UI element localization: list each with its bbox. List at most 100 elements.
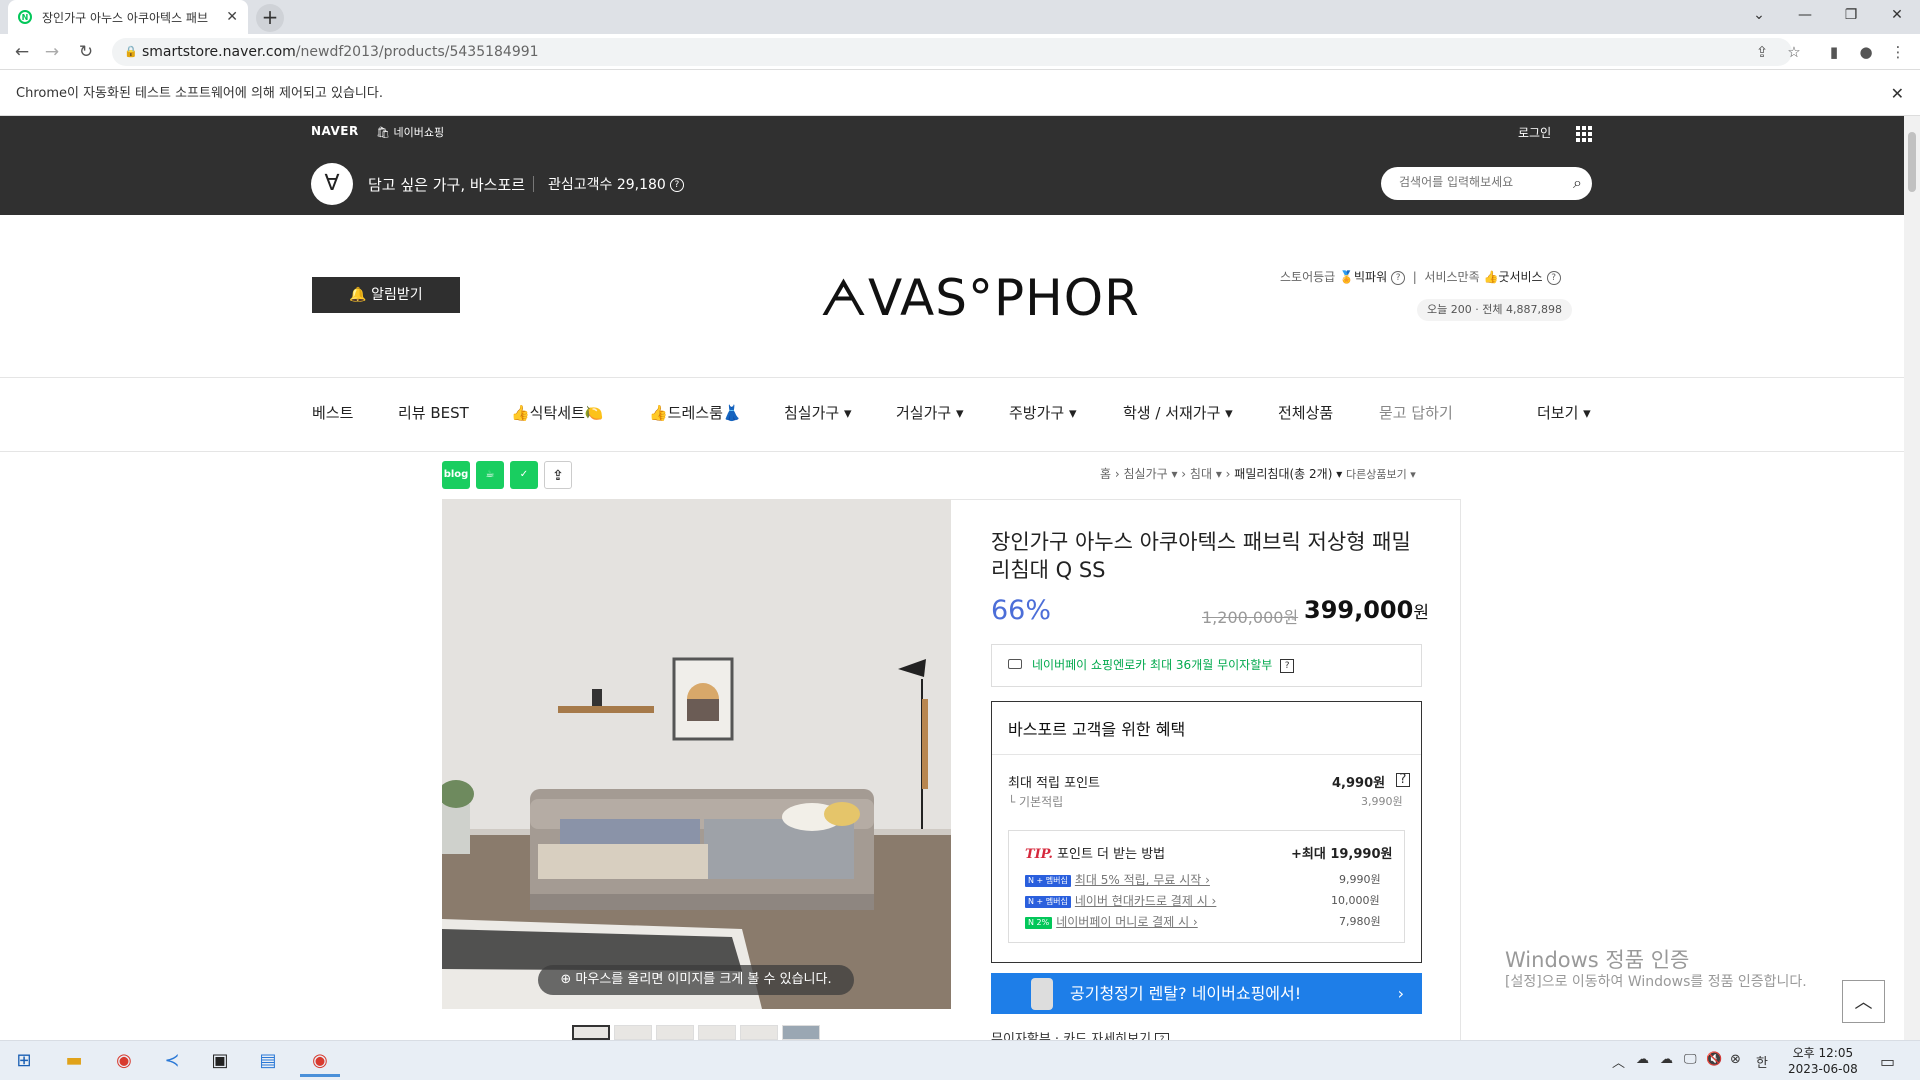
window-close-icon[interactable]: ✕ [1874,0,1920,30]
network-cloud-icon[interactable]: ☁ [1636,1052,1649,1067]
store-search: ⌕ [1381,167,1592,200]
thumbnail[interactable] [698,1025,736,1040]
forward-icon[interactable]: → [42,42,62,62]
band-share-icon[interactable]: ✓ [510,461,538,489]
help-icon[interactable]: ? [1546,270,1561,285]
npay-installment-box[interactable]: 네이버페이 쇼핑엔로카 최대 36개월 무이자할부 ? [991,644,1422,687]
blog-share-icon[interactable]: blog [442,461,470,489]
other-products-link[interactable]: 다른상품보기 ▾ [1346,468,1416,481]
tip-row[interactable]: N + 멤버십 네이버 현대카드로 결제 시 › [1025,892,1216,909]
scrollbar-thumb[interactable] [1908,132,1916,192]
app-icon[interactable]: ▤ [248,1045,288,1077]
notification-icon[interactable]: ▭ [1880,1052,1895,1071]
vscode-icon[interactable]: ≺ [152,1045,192,1077]
naver-shopping-link[interactable]: 🛍 네이버쇼핑 [376,124,444,140]
max-point-value: 4,990원 [1332,776,1386,791]
card-icon [1008,659,1022,669]
share-page-icon[interactable]: ⇪ [1752,42,1772,62]
clock-time: 오후 12:05 [1792,1046,1854,1060]
thumbnail[interactable] [740,1025,778,1040]
ime-indicator[interactable]: 한 [1756,1052,1768,1071]
bookmark-star-icon[interactable]: ☆ [1784,42,1804,62]
installment-info-link[interactable]: 무이자할부 · 카드 자세히보기? [991,1028,1170,1040]
store-logo[interactable]: ∀ [311,163,353,205]
menu-living[interactable]: 거실가구 ▾ [896,402,964,423]
tab-title: 장인가구 아누스 아쿠아텍스 패브 [42,10,209,25]
store-name[interactable]: 담고 싶은 가구, 바스포르 [368,174,525,195]
back-icon[interactable]: ← [12,42,32,62]
network-icon[interactable]: 🖵 [1684,1052,1697,1067]
medal-icon: 🏅 [1339,270,1354,284]
tip-row[interactable]: N 2% 네이버페이 머니로 결제 시 › [1025,913,1198,930]
address-bar[interactable]: 🔒 smartstore.naver.com/newdf2013/product… [112,38,1792,66]
help-icon[interactable]: ? [1391,270,1406,285]
thumbnail[interactable] [572,1025,610,1040]
onedrive-icon[interactable]: ☁ [1660,1052,1673,1067]
brand-logo[interactable]: ᗅVAS°PHOR [820,269,1140,328]
menu-bedroom[interactable]: 침실가구 ▾ [784,402,852,423]
side-panel-icon[interactable]: ▮ [1824,42,1844,62]
menu-kebab-icon[interactable]: ⋮ [1888,42,1908,62]
thumbnail[interactable] [656,1025,694,1040]
share-icon[interactable]: ⇪ [544,461,572,489]
chrome-icon[interactable]: ◉ [104,1045,144,1077]
url-path: /newdf2013/products/5435184991 [295,44,539,60]
file-explorer-icon[interactable]: ▬ [54,1045,94,1077]
help-icon[interactable]: ? [1396,773,1410,787]
browser-tab[interactable]: N 장인가구 아누스 아쿠아텍스 패브 ✕ [8,0,248,34]
menu-review-best[interactable]: 리뷰 BEST [398,402,469,423]
breadcrumb-cat2[interactable]: 침대 ▾ [1190,467,1222,481]
profile-icon[interactable]: ● [1856,42,1876,62]
reload-icon[interactable]: ↻ [76,42,96,62]
help-icon[interactable]: ? [669,178,684,192]
tray-chevron-icon[interactable]: ︿ [1612,1052,1625,1071]
volume-muted-icon[interactable]: 🔇 [1706,1052,1722,1067]
search-icon[interactable]: ⌕ [1573,173,1582,193]
login-link[interactable]: 로그인 [1518,124,1551,141]
tab-close-icon[interactable]: ✕ [226,9,238,25]
breadcrumb-home[interactable]: 홈 [1100,467,1111,481]
page-scrollbar[interactable] [1904,116,1920,1040]
alarm-button[interactable]: 🔔 알림받기 [312,277,460,313]
clock[interactable]: 오후 12:05 2023-06-08 [1788,1045,1858,1077]
thumbnail[interactable] [782,1025,820,1040]
menu-kitchen[interactable]: 주방가구 ▾ [1009,402,1077,423]
help-icon[interactable]: ? [1155,1032,1170,1040]
rental-banner[interactable]: 공기청정기 렌탈? 네이버쇼핑에서! › [991,973,1422,1014]
scroll-to-top-button[interactable]: ︿ [1842,980,1885,1023]
menu-dining-set[interactable]: 👍식탁세트🍋 [511,402,604,423]
chrome-active-icon[interactable]: ◉ [300,1045,340,1077]
minimize-icon[interactable]: — [1782,0,1828,30]
menu-all-products[interactable]: 전체상품 [1278,402,1333,423]
help-icon[interactable]: ? [1280,658,1295,673]
product-image[interactable] [442,499,951,1009]
cafe-share-icon[interactable]: ☕ [476,461,504,489]
discount-rate: 66% [991,595,1052,626]
breadcrumb-cat3[interactable]: 패밀리침대(총 2개) ▾ [1234,467,1342,481]
start-icon[interactable]: ⊞ [4,1045,44,1077]
breadcrumb-cat1[interactable]: 침실가구 ▾ [1123,467,1177,481]
apps-grid-icon[interactable] [1576,126,1592,142]
tip-value: 7,980원 [1339,915,1381,928]
url-host: smartstore.naver.com [142,44,296,60]
terminal-icon[interactable]: ▣ [200,1045,240,1077]
restore-icon[interactable]: ❐ [1828,0,1874,30]
error-icon[interactable]: ⊗ [1730,1052,1741,1067]
menu-qna[interactable]: 묻고 답하기 [1379,402,1453,423]
menu-more[interactable]: 더보기 ▾ [1537,402,1591,423]
visit-count: 오늘 200 · 전체 4,887,898 [1417,299,1572,321]
search-input[interactable] [1399,175,1549,189]
tip-row[interactable]: N + 멤버십 최대 5% 적립, 무료 시작 › [1025,871,1210,888]
chevron-right-icon: › [1397,984,1404,1003]
menu-best[interactable]: 베스트 [312,402,353,423]
menu-student-study[interactable]: 학생 / 서재가구 ▾ [1123,402,1233,423]
new-tab-button[interactable]: + [256,4,284,32]
naver-logo[interactable]: NAVER [311,124,359,138]
tab-search-icon[interactable]: ⌄ [1736,0,1782,30]
menu-dressroom[interactable]: 👍드레스룸👗 [649,402,742,423]
divider [992,754,1421,755]
thumbnail[interactable] [614,1025,652,1040]
infobar-close-icon[interactable]: ✕ [1891,71,1904,116]
naver-favicon-icon: N [18,10,32,24]
store-top-bar: NAVER 🛍 네이버쇼핑 로그인 ∀ 담고 싶은 가구, 바스포르 관심고객수… [0,116,1904,215]
